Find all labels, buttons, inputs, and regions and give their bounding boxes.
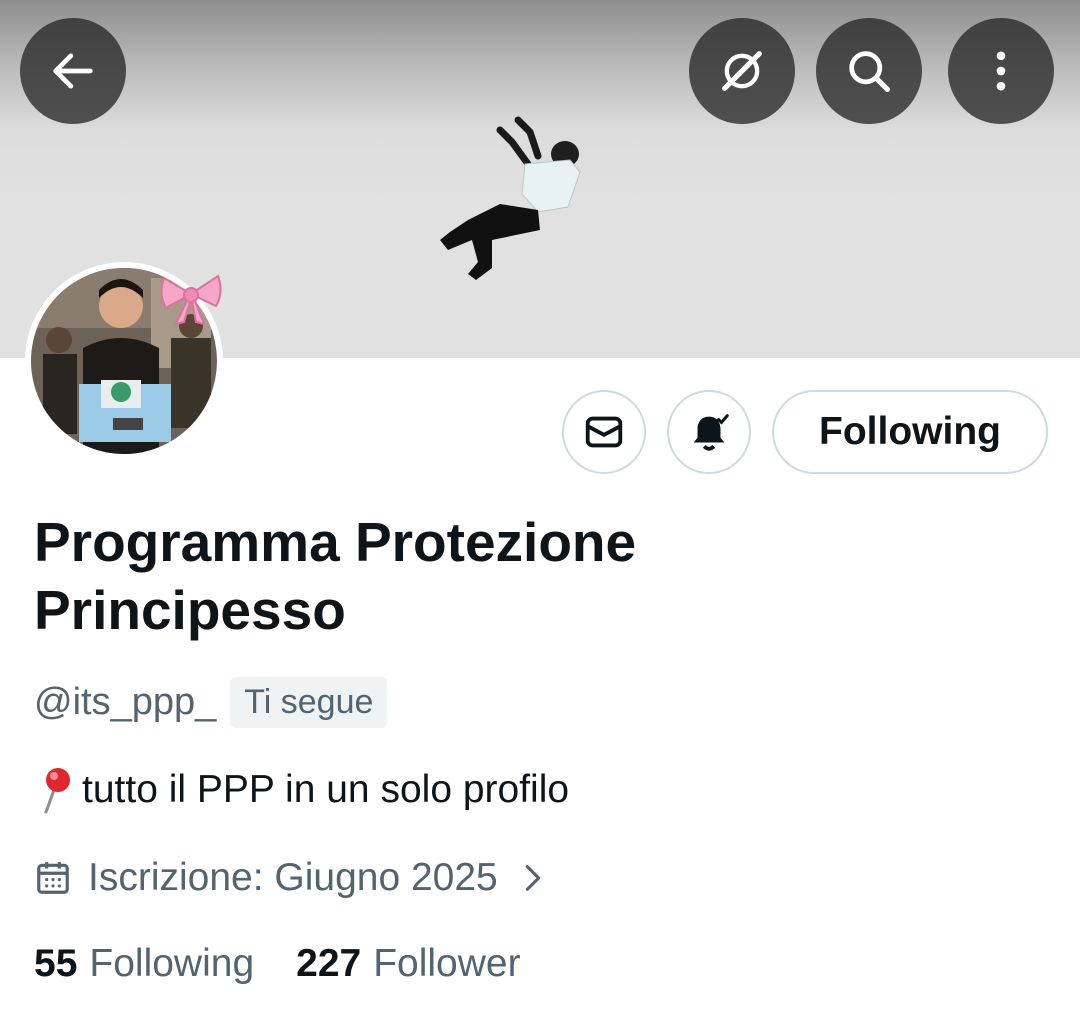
message-button[interactable] — [562, 390, 646, 474]
search-icon — [849, 51, 891, 93]
grok-button[interactable] — [689, 18, 795, 124]
display-name: Programma Protezione Principesso — [34, 511, 637, 641]
following-button[interactable]: Following — [772, 390, 1048, 474]
following-label: Following — [89, 942, 255, 985]
arrow-left-icon — [53, 53, 93, 89]
following-count-link[interactable]: 55 Following — [34, 942, 254, 986]
followers-count-link[interactable]: 227 Follower — [296, 942, 520, 986]
pin-icon — [44, 768, 70, 814]
profile-page: Following Programma Protezione Principes… — [0, 0, 1080, 1034]
more-vertical-icon — [996, 51, 1006, 91]
back-button[interactable] — [20, 18, 126, 124]
pink-bow-decoration — [160, 274, 222, 326]
bell-check-icon — [693, 414, 729, 451]
follow-stats: 55 Following 227 Follower — [34, 938, 521, 990]
handle-row: @its_ppp_ Ti segue — [34, 676, 388, 728]
banner-falling-figure-image — [440, 116, 581, 280]
notifications-button[interactable] — [667, 390, 751, 474]
following-count: 55 — [34, 942, 78, 985]
search-button[interactable] — [816, 18, 922, 124]
user-handle: @its_ppp_ — [34, 680, 217, 723]
bio: tutto il PPP in un solo profilo — [34, 762, 569, 818]
follows-you-badge: Ti segue — [230, 676, 388, 728]
followers-count: 227 — [296, 942, 362, 985]
chevron-right-icon — [525, 865, 540, 891]
joined-date-text: Iscrizione: Giugno 2025 — [88, 856, 498, 899]
grok-icon — [722, 51, 762, 91]
calendar-icon — [37, 862, 69, 894]
bio-text: tutto il PPP in un solo profilo — [82, 768, 570, 811]
joined-date-row[interactable]: Iscrizione: Giugno 2025 — [34, 852, 550, 904]
more-options-button[interactable] — [948, 18, 1054, 124]
envelope-icon — [585, 416, 623, 448]
followers-label: Follower — [373, 942, 521, 985]
